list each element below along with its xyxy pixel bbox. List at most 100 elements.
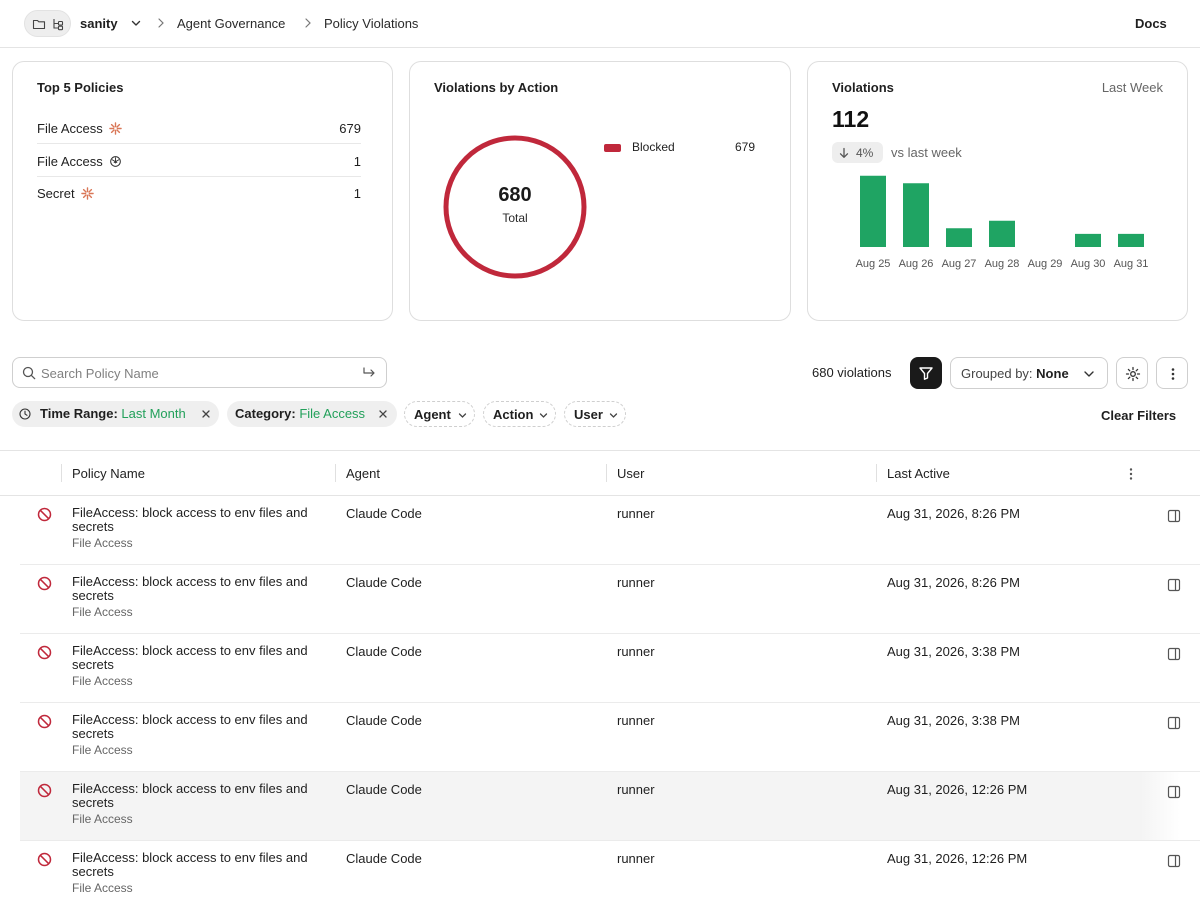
violation-count: 680 violations xyxy=(812,365,892,380)
blocked-icon xyxy=(37,714,52,729)
table-row[interactable]: FileAccess: block access to env files an… xyxy=(20,565,1200,634)
column-header-policy-name[interactable]: Policy Name xyxy=(72,466,145,481)
column-divider[interactable] xyxy=(61,464,62,482)
table-row[interactable]: FileAccess: block access to env files an… xyxy=(20,496,1200,565)
column-divider[interactable] xyxy=(606,464,607,482)
bar-aug-31[interactable] xyxy=(1118,233,1144,247)
filter-dropdown-user[interactable]: User xyxy=(564,401,626,427)
folder-icon xyxy=(32,19,46,30)
legend-label-blocked: Blocked xyxy=(632,140,675,154)
column-header-agent[interactable]: Agent xyxy=(346,466,380,481)
legend-swatch-blocked xyxy=(604,144,621,152)
side-panel-icon[interactable] xyxy=(1167,647,1181,661)
workspace-switcher[interactable] xyxy=(24,10,71,37)
filter-dropdown-agent[interactable]: Agent xyxy=(404,401,475,427)
violations-card: Violations Last Week 112 4% vs last week… xyxy=(807,61,1188,321)
close-icon[interactable] xyxy=(201,409,211,419)
table-row[interactable]: FileAccess: block access to env files an… xyxy=(20,772,1200,841)
arrow-down-icon xyxy=(839,147,849,158)
column-divider[interactable] xyxy=(335,464,336,482)
x-tick-label: Aug 28 xyxy=(985,258,1020,270)
side-panel-icon[interactable] xyxy=(1167,716,1181,730)
side-panel-icon[interactable] xyxy=(1167,785,1181,799)
policy-category: File Access xyxy=(72,881,133,895)
more-options-button[interactable] xyxy=(1156,357,1188,389)
chevron-down-icon[interactable] xyxy=(130,17,142,29)
search-input[interactable]: Search Policy Name xyxy=(41,366,159,381)
policy-count: 1 xyxy=(353,154,361,169)
chevron-down-icon xyxy=(1084,371,1094,377)
blocked-icon xyxy=(37,576,52,591)
workspace-name[interactable]: sanity xyxy=(80,16,118,31)
policy-category: File Access xyxy=(72,812,133,826)
user-cell: runner xyxy=(617,575,655,590)
column-header-user[interactable]: User xyxy=(617,466,644,481)
grouped-by-dropdown[interactable]: Grouped by: None xyxy=(950,357,1108,389)
bar-aug-25[interactable] xyxy=(860,175,886,247)
bar-aug-26[interactable] xyxy=(903,183,929,247)
legend-value-blocked: 679 xyxy=(735,140,756,154)
side-panel-icon[interactable] xyxy=(1167,854,1181,868)
side-panel-icon[interactable] xyxy=(1167,509,1181,523)
policy-row[interactable]: Secret 1 xyxy=(37,177,361,209)
trend-value: 4% xyxy=(856,146,874,160)
last-active-cell: Aug 31, 2026, 12:26 PM xyxy=(887,851,1028,866)
claude-burst-icon xyxy=(109,122,123,135)
clear-filters-button[interactable]: Clear Filters xyxy=(1101,408,1176,423)
donut-total-value: 680 xyxy=(498,184,532,206)
trend-text: vs last week xyxy=(891,145,962,160)
policy-category: File Access xyxy=(72,605,133,619)
last-active-cell: Aug 31, 2026, 3:38 PM xyxy=(887,713,1020,728)
table-row[interactable]: FileAccess: block access to env files an… xyxy=(20,841,1200,900)
policy-row[interactable]: File Access 679 xyxy=(37,112,361,144)
chip-label: Category: xyxy=(235,406,296,421)
gear-icon xyxy=(1125,366,1141,382)
blocked-icon xyxy=(37,783,52,798)
filter-chip-time-range[interactable]: Time Range: Last Month xyxy=(12,401,219,427)
top-bar: sanity Agent Governance Policy Violation… xyxy=(0,0,1200,48)
chevron-right-icon xyxy=(158,18,164,28)
column-divider[interactable] xyxy=(876,464,877,482)
policy-category: File Access xyxy=(72,674,133,688)
table-row[interactable]: FileAccess: block access to env files an… xyxy=(20,703,1200,772)
side-panel-icon[interactable] xyxy=(1167,578,1181,592)
policy-title: FileAccess: block access to env files an… xyxy=(72,574,308,603)
chevron-right-icon xyxy=(305,18,311,28)
enter-arrow-icon[interactable] xyxy=(362,366,376,380)
bar-aug-28[interactable] xyxy=(989,220,1015,247)
table-row[interactable]: FileAccess: block access to env files an… xyxy=(20,634,1200,703)
clock-icon xyxy=(19,408,31,420)
docs-link[interactable]: Docs xyxy=(1135,16,1167,31)
top-policies-card: Top 5 Policies File Access 679 File Acce… xyxy=(12,61,393,321)
grouped-by-label: Grouped by: xyxy=(961,366,1033,381)
donut-ring[interactable] xyxy=(443,135,587,279)
filter-dropdown-action[interactable]: Action xyxy=(483,401,556,427)
user-cell: runner xyxy=(617,851,655,866)
column-header-last-active[interactable]: Last Active xyxy=(887,466,950,481)
policy-name: File Access xyxy=(37,121,103,136)
table-header: Policy Name Agent User Last Active xyxy=(0,450,1200,496)
search-box[interactable]: Search Policy Name xyxy=(12,357,387,388)
filter-button[interactable] xyxy=(910,357,942,389)
bar-aug-30[interactable] xyxy=(1075,233,1101,247)
policy-category: File Access xyxy=(72,536,133,550)
close-icon[interactable] xyxy=(378,409,388,419)
violations-by-action-card: Violations by Action 680 Total Blocked 6… xyxy=(409,61,791,321)
chip-value: Last Month xyxy=(121,406,186,421)
policy-row[interactable]: File Access 1 xyxy=(37,145,361,177)
filter-chip-category[interactable]: Category: File Access xyxy=(227,401,397,427)
column-menu-icon[interactable] xyxy=(1126,466,1136,482)
user-cell: runner xyxy=(617,713,655,728)
breadcrumb-agent-governance[interactable]: Agent Governance xyxy=(177,16,285,31)
bar-aug-27[interactable] xyxy=(946,228,972,247)
breadcrumb-policy-violations: Policy Violations xyxy=(324,16,419,31)
trend-badge: 4% xyxy=(832,142,883,163)
x-tick-label: Aug 29 xyxy=(1028,258,1063,270)
chevron-down-icon xyxy=(609,413,618,418)
dropdown-label: Action xyxy=(493,407,534,422)
agent-cell: Claude Code xyxy=(346,644,422,659)
agent-cell: Claude Code xyxy=(346,506,422,521)
dropdown-label: User xyxy=(574,407,603,422)
x-tick-label: Aug 25 xyxy=(856,258,891,270)
settings-button[interactable] xyxy=(1116,357,1148,389)
